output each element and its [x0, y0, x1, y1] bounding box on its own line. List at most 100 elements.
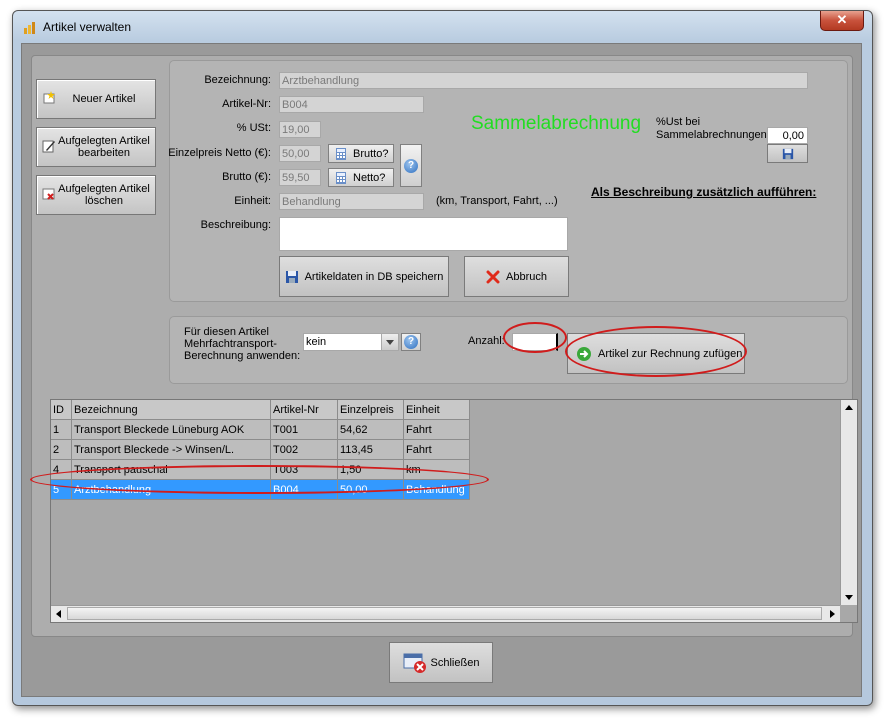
window-title: Artikel verwalten — [43, 20, 132, 34]
cell-bezeichnung: Transport Bleckede Lüneburg AOK — [71, 419, 271, 440]
multi-transport-select-value: kein — [306, 336, 327, 348]
inner-panel: Neuer Artikel Aufgelegten Artikel bearbe… — [31, 55, 858, 637]
cell-einheit: Fahrt — [403, 419, 470, 440]
cancel-x-icon — [486, 270, 500, 283]
window-close-button[interactable]: ✕ — [820, 11, 864, 31]
multi-help-button[interactable]: ? — [401, 333, 421, 351]
price-help-button[interactable]: ? — [400, 144, 422, 187]
column-header-artikelnr[interactable]: Artikel-Nr — [270, 400, 338, 420]
bezeichnung-label: Bezeichnung: — [204, 74, 271, 86]
column-header-id[interactable]: ID — [51, 400, 72, 420]
table-row[interactable]: 1 Transport Bleckede Lüneburg AOK T001 5… — [51, 419, 470, 440]
add-to-invoice-label: Artikel zur Rechnung zufügen — [598, 347, 743, 360]
netto-calc-button[interactable]: Netto? — [328, 168, 394, 187]
main-window: Artikel verwalten ✕ Neuer Artikel Aufgel… — [12, 10, 873, 706]
cell-id: 2 — [51, 439, 72, 460]
artikelnr-label: Artikel-Nr: — [222, 98, 271, 110]
delete-article-icon — [42, 188, 55, 200]
cell-artikelnr: T002 — [270, 439, 338, 460]
scroll-left-icon[interactable] — [51, 606, 66, 622]
dropdown-arrow-icon[interactable] — [381, 334, 398, 350]
cell-einzelpreis: 54,62 — [337, 419, 404, 440]
anzahl-label: Anzahl: — [468, 335, 505, 347]
anzahl-field[interactable] — [512, 333, 558, 351]
calculator-icon — [336, 147, 346, 160]
article-table: ID Bezeichnung Artikel-Nr Einzelpreis Ei… — [50, 399, 858, 623]
brutto-label: Brutto (€): — [222, 171, 271, 183]
multi-transport-label: Für diesen Artikel Mehrfachtransport-Ber… — [184, 326, 301, 362]
table-header-row: ID Bezeichnung Artikel-Nr Einzelpreis Ei… — [51, 400, 470, 420]
brutto-calc-button[interactable]: Brutto? — [328, 144, 394, 163]
cell-bezeichnung: Transport Bleckede -> Winsen/L. — [71, 439, 271, 460]
ust-label: % USt: — [236, 122, 271, 134]
cell-einheit: Behandlung — [403, 479, 470, 500]
cell-einheit: km — [403, 459, 470, 480]
netto-label: Einzelpreis Netto (€): — [168, 147, 271, 159]
column-header-einheit[interactable]: Einheit — [403, 400, 470, 420]
add-arrow-icon — [577, 346, 591, 361]
new-article-label: Neuer Artikel — [72, 93, 136, 105]
cell-artikelnr: T003 — [270, 459, 338, 480]
brutto-field[interactable]: 59,50 — [279, 169, 321, 186]
beschreibung-label: Beschreibung: — [200, 219, 271, 231]
sammel-ust-save-button[interactable] — [767, 144, 808, 163]
einheit-field[interactable]: Behandlung — [279, 193, 424, 210]
article-form-panel: Bezeichnung: Arztbehandlung Artikel-Nr: … — [168, 60, 848, 302]
save-article-button[interactable]: Artikeldaten in DB speichern — [279, 256, 449, 297]
cell-einheit: Fahrt — [403, 439, 470, 460]
bezeichnung-field[interactable]: Arztbehandlung — [279, 72, 808, 89]
scroll-up-icon[interactable] — [841, 400, 857, 415]
cell-einzelpreis: 1,50 — [337, 459, 404, 480]
cell-bezeichnung: Arztbehandlung — [71, 479, 271, 500]
brutto-calc-label: Brutto? — [353, 147, 389, 160]
beschreibung-field[interactable] — [279, 217, 568, 251]
artikelnr-field[interactable]: B004 — [279, 96, 424, 113]
horizontal-scroll-thumb[interactable] — [67, 607, 822, 620]
close-window-icon — [403, 653, 426, 673]
help-icon: ? — [404, 158, 418, 173]
save-article-label: Artikeldaten in DB speichern — [304, 270, 444, 283]
sammel-ust-label: %Ust bei Sammelabrechnungen — [656, 116, 767, 141]
multi-transport-panel: Für diesen Artikel Mehrfachtransport-Ber… — [169, 316, 848, 384]
als-beschreibung-label: Als Beschreibung zusätzlich aufführen: — [591, 185, 817, 199]
horizontal-scrollbar[interactable] — [51, 605, 840, 622]
multi-transport-select[interactable]: kein — [303, 333, 399, 351]
netto-calc-label: Netto? — [353, 171, 386, 184]
scroll-right-icon[interactable] — [825, 606, 840, 622]
sammelabrechnung-title: Sammelabrechnung — [471, 113, 642, 134]
sammel-ust-field[interactable]: 0,00 — [767, 127, 808, 144]
edit-article-icon — [42, 140, 55, 153]
table-row-selected[interactable]: 5 Arztbehandlung B004 50,00 Behandlung — [51, 479, 470, 500]
app-icon — [24, 22, 35, 34]
ust-field[interactable]: 19,00 — [279, 121, 321, 138]
column-header-einzelpreis[interactable]: Einzelpreis — [337, 400, 404, 420]
schliessen-button[interactable]: Schließen — [389, 642, 493, 683]
cell-einzelpreis: 113,45 — [337, 439, 404, 460]
article-grid: ID Bezeichnung Artikel-Nr Einzelpreis Ei… — [51, 400, 470, 500]
title-bar: Artikel verwalten ✕ — [13, 11, 872, 43]
table-row[interactable]: 2 Transport Bleckede -> Winsen/L. T002 1… — [51, 439, 470, 460]
delete-article-button[interactable]: Aufgelegten Artikel löschen — [36, 175, 156, 215]
column-header-bezeichnung[interactable]: Bezeichnung — [71, 400, 271, 420]
add-to-invoice-button[interactable]: Artikel zur Rechnung zufügen — [567, 333, 745, 374]
edit-article-button[interactable]: Aufgelegten Artikel bearbeiten — [36, 127, 156, 167]
vertical-scrollbar[interactable] — [840, 400, 857, 605]
cell-id: 4 — [51, 459, 72, 480]
cell-bezeichnung: Transport pauschal — [71, 459, 271, 480]
save-icon — [285, 270, 298, 283]
netto-field[interactable]: 50,00 — [279, 145, 321, 162]
cell-artikelnr: B004 — [270, 479, 338, 500]
table-row[interactable]: 4 Transport pauschal T003 1,50 km — [51, 459, 470, 480]
cell-id: 1 — [51, 419, 72, 440]
cancel-label: Abbruch — [506, 270, 547, 283]
new-article-button[interactable]: Neuer Artikel — [36, 79, 156, 119]
cell-einzelpreis: 50,00 — [337, 479, 404, 500]
schliessen-label: Schließen — [430, 656, 480, 669]
cell-id: 5 — [51, 479, 72, 500]
cancel-button[interactable]: Abbruch — [464, 256, 569, 297]
cell-artikelnr: T001 — [270, 419, 338, 440]
einheit-hint: (km, Transport, Fahrt, ...) — [436, 195, 558, 207]
new-article-icon — [43, 91, 55, 104]
help-icon: ? — [404, 335, 418, 349]
scroll-down-icon[interactable] — [841, 590, 857, 605]
